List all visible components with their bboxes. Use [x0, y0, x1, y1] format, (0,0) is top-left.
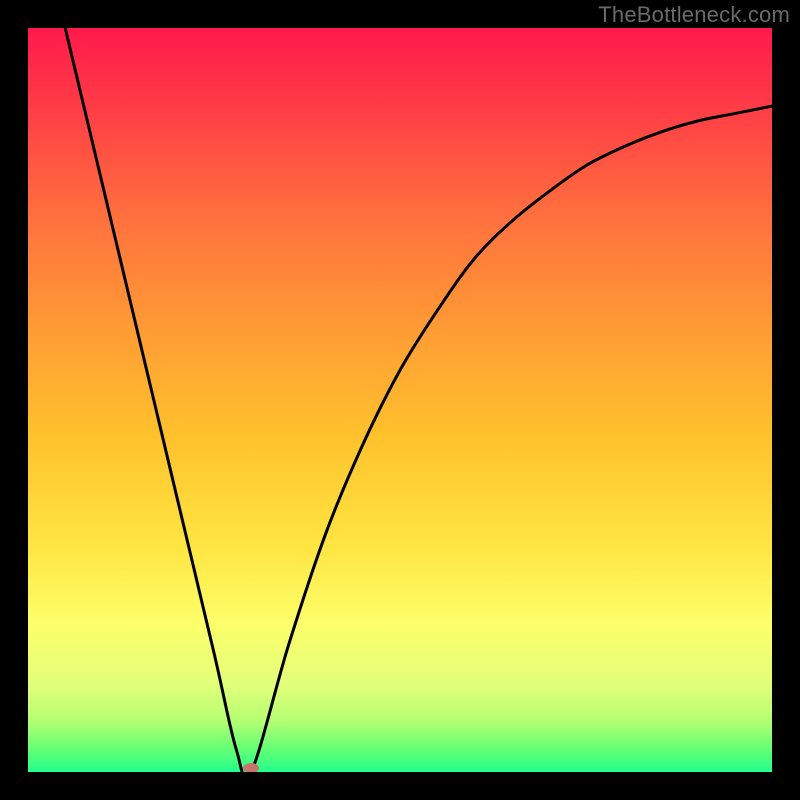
chart-frame: TheBottleneck.com — [0, 0, 800, 800]
curve-svg — [28, 28, 772, 772]
curve-path — [65, 28, 772, 772]
vertex-dot — [243, 763, 259, 772]
plot-area — [28, 28, 772, 772]
watermark-text: TheBottleneck.com — [598, 2, 790, 28]
